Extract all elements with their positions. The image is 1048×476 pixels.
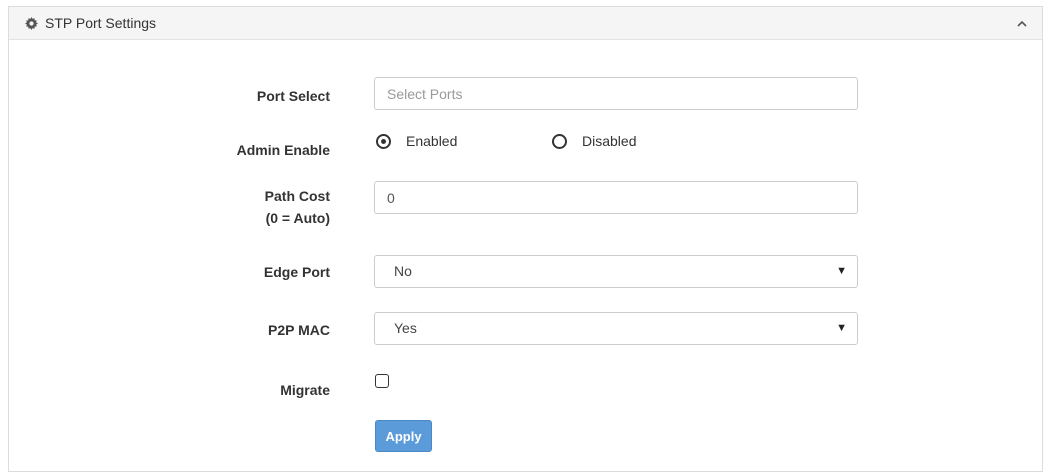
gear-icon: [25, 17, 38, 30]
port-select-input[interactable]: [374, 77, 858, 110]
edge-port-select[interactable]: No ▼: [374, 255, 858, 288]
p2p-mac-label: P2P MAC: [268, 322, 330, 338]
edge-port-label: Edge Port: [263, 264, 330, 280]
radio-enabled-label: Enabled: [406, 133, 458, 149]
path-cost-label-line1: Path Cost: [264, 188, 330, 204]
p2p-mac-select[interactable]: Yes ▼: [374, 312, 858, 345]
panel-header[interactable]: STP Port Settings: [9, 7, 1042, 40]
chevron-up-icon[interactable]: [1014, 16, 1030, 32]
port-select-label: Port Select: [256, 88, 330, 104]
radio-disabled-label: Disabled: [582, 133, 637, 149]
apply-button[interactable]: Apply: [375, 420, 432, 452]
panel-title: STP Port Settings: [45, 15, 157, 31]
radio-enabled-circle: [376, 134, 391, 149]
edge-port-value: No: [394, 263, 412, 279]
p2p-mac-value: Yes: [394, 320, 417, 336]
migrate-checkbox[interactable]: [375, 374, 389, 388]
admin-enable-label: Admin Enable: [236, 142, 330, 158]
migrate-label: Migrate: [280, 382, 330, 398]
caret-down-icon: ▼: [836, 322, 847, 334]
radio-disabled-circle: [552, 134, 567, 149]
radio-selected-dot: [381, 139, 386, 144]
path-cost-label-line2: (0 = Auto): [265, 210, 330, 226]
caret-down-icon: ▼: [836, 265, 847, 277]
path-cost-input[interactable]: [374, 181, 858, 214]
path-cost-label: Path Cost (0 = Auto): [265, 185, 330, 229]
stp-port-settings-panel: STP Port Settings Port Select Admin Enab…: [8, 6, 1043, 472]
